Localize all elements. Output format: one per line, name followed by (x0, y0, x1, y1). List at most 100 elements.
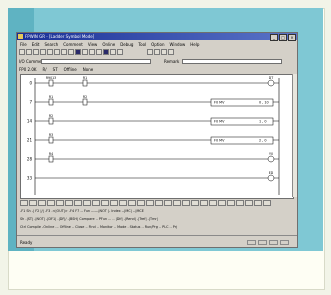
contact-label: R3 (49, 133, 53, 137)
zoom-out-icon[interactable] (154, 49, 160, 55)
function-key[interactable] (263, 200, 271, 206)
vertical-scrollbar[interactable] (292, 74, 297, 197)
menu-tool[interactable]: Tool (138, 41, 146, 48)
save-icon[interactable] (33, 49, 39, 55)
rung-step-number: 14 (27, 119, 33, 124)
menu-option[interactable]: Option (151, 41, 164, 48)
mode-indicator: R/ (42, 67, 47, 72)
menu-window[interactable]: Window (170, 41, 186, 48)
rung-step-number: 21 (27, 138, 33, 143)
undo-icon[interactable] (68, 49, 74, 55)
contact-symbol (48, 136, 54, 144)
copy-icon[interactable] (54, 49, 60, 55)
window-icon[interactable] (161, 49, 167, 55)
search-icon[interactable] (82, 49, 88, 55)
menu-comment[interactable]: Comment (63, 41, 83, 48)
coil-label: ED (269, 171, 274, 175)
function-key[interactable] (38, 200, 46, 206)
menu-help[interactable]: Help (190, 41, 199, 48)
online-icon[interactable] (96, 49, 102, 55)
title-bar[interactable]: FPWIN GR - [Ladder Symbol Mode] _ □ × (17, 33, 297, 41)
menu-edit[interactable]: Edit (32, 41, 40, 48)
contact-label: R4 (49, 152, 53, 156)
function-key[interactable] (137, 200, 145, 206)
minimize-button[interactable]: _ (270, 34, 278, 41)
function-key[interactable] (83, 200, 91, 206)
function-key[interactable] (110, 200, 118, 206)
function-key[interactable] (155, 200, 163, 206)
coil-label: DT (269, 76, 273, 80)
contact-symbol (48, 79, 54, 87)
menu-debug[interactable]: Debug (120, 41, 133, 48)
cut-icon[interactable] (47, 49, 53, 55)
menu-view[interactable]: View (88, 41, 98, 48)
coil-symbol (267, 155, 275, 163)
function-key[interactable] (29, 200, 37, 206)
function-key[interactable] (47, 200, 55, 206)
ladder-editor[interactable]: 0 R9013 R1 DT 7 R1 R2 F0 MV 0 , 10 14 R2 F0 MV 1 , 0… (20, 74, 294, 199)
new-file-icon[interactable] (19, 49, 25, 55)
function-key[interactable] (191, 200, 199, 206)
instruction-operands: 0 , 10 (259, 101, 269, 105)
paste-icon[interactable] (61, 49, 67, 55)
menu-online[interactable]: Online (102, 41, 115, 48)
online-status: Offline (63, 67, 77, 72)
function-key[interactable] (173, 200, 181, 206)
function-key[interactable] (65, 200, 73, 206)
function-key[interactable] (227, 200, 235, 206)
maximize-button[interactable]: □ (279, 34, 287, 41)
run-icon[interactable] (117, 49, 123, 55)
plc-status-row: FP0 2.0K R/ ST Offline None (19, 66, 93, 73)
ladder-icon[interactable] (103, 49, 109, 55)
app-icon (18, 34, 23, 39)
close-button[interactable]: × (288, 34, 296, 41)
coil-label: Y0 (269, 152, 273, 156)
function-key[interactable] (74, 200, 82, 206)
comment-row: I/O Comment Remark (19, 58, 295, 65)
function-key[interactable] (200, 200, 208, 206)
remark-input[interactable] (182, 59, 282, 64)
status-bar: Ready (17, 235, 297, 247)
instruction-label: F0 MV (214, 139, 225, 143)
function-key[interactable] (119, 200, 127, 206)
status-cell-1 (247, 240, 256, 245)
rung-step-number: 33 (27, 176, 33, 181)
rung-step-number: 7 (29, 100, 32, 105)
function-key[interactable] (236, 200, 244, 206)
function-key[interactable] (20, 200, 28, 206)
function-key[interactable] (182, 200, 190, 206)
menu-file[interactable]: File (20, 41, 27, 48)
function-key[interactable] (56, 200, 64, 206)
function-key[interactable] (101, 200, 109, 206)
function-key[interactable] (164, 200, 172, 206)
print-icon[interactable] (40, 49, 46, 55)
contact-label: R1 (49, 95, 53, 99)
function-key[interactable] (209, 200, 217, 206)
open-file-icon[interactable] (26, 49, 32, 55)
remark-label: Remark (164, 59, 180, 64)
function-key[interactable] (92, 200, 100, 206)
command-row-1[interactable]: -F1 Sh -| F2 |/| -F3 -<|OUT|> -F4 F7 -- … (20, 208, 292, 214)
function-key[interactable] (146, 200, 154, 206)
command-row-2[interactable]: Sh -|ST| -|NOT| -|DF1| -|DF|/ -|BSH| Com… (20, 216, 292, 222)
coil-symbol (267, 174, 275, 182)
zoom-in-icon[interactable] (147, 49, 153, 55)
command-row-3[interactable]: Ctrl Compile -Online ... Offline .. Clos… (20, 224, 292, 230)
monitor-icon[interactable] (89, 49, 95, 55)
function-key[interactable] (254, 200, 262, 206)
contact-label: R1 (83, 76, 87, 80)
contact-symbol (82, 98, 88, 106)
rung-step-number: 28 (27, 157, 33, 162)
main-toolbar (19, 49, 123, 56)
project-name: None (82, 67, 94, 72)
function-key[interactable] (128, 200, 136, 206)
compile-icon[interactable] (110, 49, 116, 55)
mode-icon[interactable] (75, 49, 81, 55)
instruction-operands: 1 , 0 (259, 120, 267, 124)
function-key[interactable] (245, 200, 253, 206)
io-comment-input[interactable] (41, 59, 151, 64)
function-key[interactable] (218, 200, 226, 206)
menu-search[interactable]: Search (44, 41, 58, 48)
contact-symbol (48, 98, 54, 106)
help-icon[interactable] (168, 49, 174, 55)
